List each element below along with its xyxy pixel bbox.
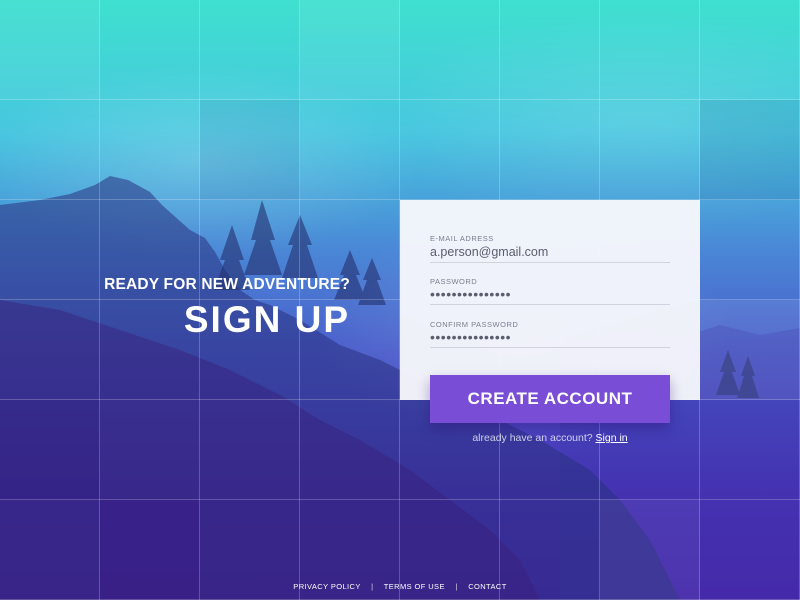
email-field-group: E-MAIL ADRESS: [430, 234, 670, 263]
privacy-policy-link[interactable]: PRIVACY POLICY: [293, 582, 360, 591]
password-label: PASSWORD: [430, 277, 478, 286]
confirm-password-label: CONFIRM PASSWORD: [430, 320, 519, 329]
password-field-group: PASSWORD •••••••••••••••: [430, 277, 670, 305]
signin-prompt-row: already have an account? Sign in: [430, 432, 670, 444]
footer-separator: |: [371, 582, 374, 591]
mosaic-tile: [200, 100, 300, 200]
create-account-button[interactable]: CREATE ACCOUNT: [430, 375, 670, 423]
email-input[interactable]: [430, 243, 670, 263]
mosaic-tile: [300, 0, 400, 100]
mosaic-tile: [0, 400, 100, 500]
footer: PRIVACY POLICY | TERMS OF USE | CONTACT: [0, 582, 800, 591]
hero-heading: READY FOR NEW ADVENTURE? SIGN UP: [104, 276, 350, 341]
email-label: E-MAIL ADRESS: [430, 234, 494, 243]
mosaic-tile: [700, 100, 800, 200]
signin-link[interactable]: Sign in: [596, 432, 628, 444]
page-title: SIGN UP: [183, 299, 350, 340]
contact-link[interactable]: CONTACT: [468, 582, 507, 591]
password-input[interactable]: •••••••••••••••: [430, 286, 670, 305]
mosaic-tile: [0, 0, 100, 100]
hero-tagline: READY FOR NEW ADVENTURE?: [104, 276, 350, 293]
footer-separator: |: [455, 582, 458, 591]
confirm-password-field-group: CONFIRM PASSWORD •••••••••••••••: [430, 320, 670, 348]
terms-of-use-link[interactable]: TERMS OF USE: [384, 582, 445, 591]
signin-prompt-text: already have an account?: [472, 432, 593, 444]
signup-form-card: E-MAIL ADRESS PASSWORD ••••••••••••••• C…: [400, 200, 700, 400]
confirm-password-input[interactable]: •••••••••••••••: [430, 329, 670, 348]
mosaic-tile: [700, 300, 800, 400]
